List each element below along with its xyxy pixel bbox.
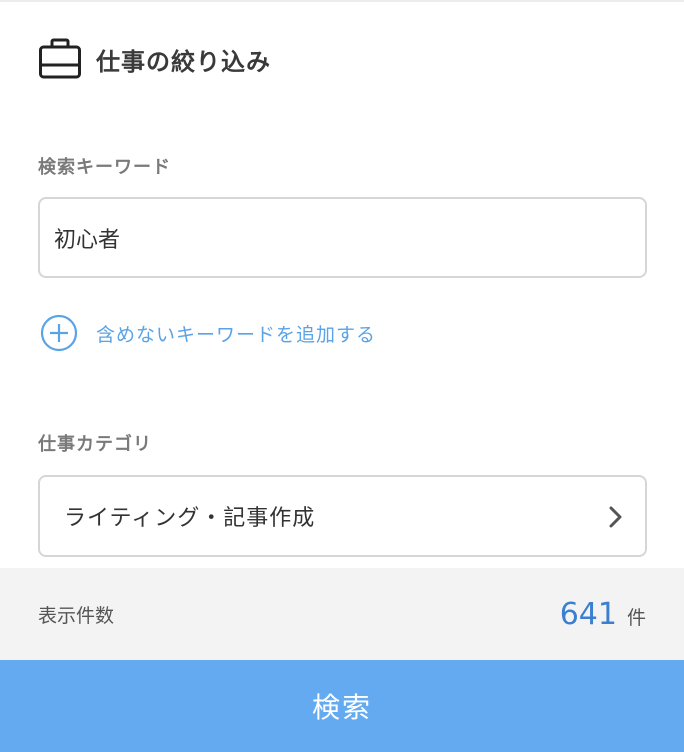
category-label: 仕事カテゴリ [38,434,152,455]
add-exclude-keyword-label: 含めないキーワードを追加する [96,323,377,346]
result-count: 641 件 [560,597,646,632]
top-divider [0,0,684,2]
keyword-input[interactable] [38,197,647,278]
chevron-right-icon [609,506,622,528]
category-value: ライティング・記事作成 [64,506,316,531]
result-count-bar: 表示件数 641 件 [0,568,684,660]
result-count-unit: 件 [626,606,646,629]
plus-circle-icon [40,314,78,352]
add-exclude-keyword-button[interactable]: 含めないキーワードを追加する [40,314,376,352]
search-button[interactable]: 検索 [0,660,684,752]
category-select[interactable]: ライティング・記事作成 [38,475,647,557]
result-count-label: 表示件数 [38,604,115,627]
keyword-label: 検索キーワード [38,157,171,178]
page-header: 仕事の絞り込み [38,36,271,82]
result-count-number: 641 [559,596,617,632]
briefcase-icon [39,38,81,79]
page-title: 仕事の絞り込み [96,47,271,76]
